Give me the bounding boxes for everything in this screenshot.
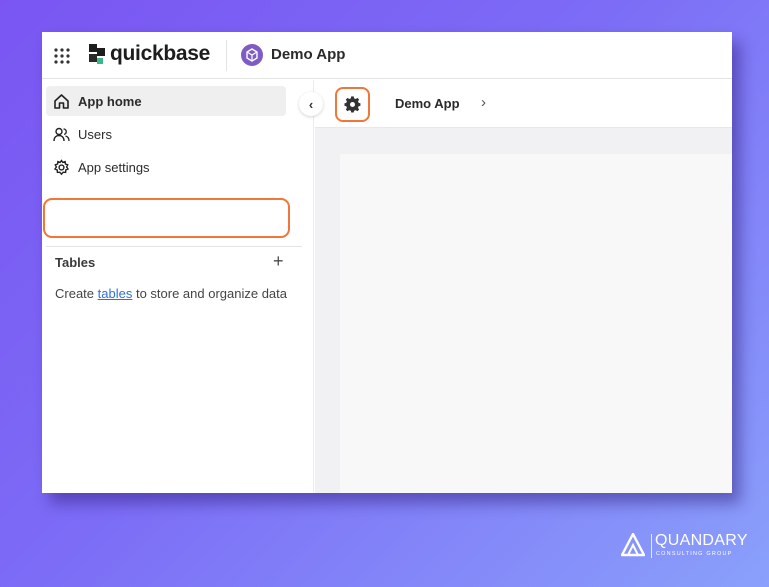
- app-settings-gear-button[interactable]: [335, 87, 370, 122]
- brand-name: QUANDARY: [655, 532, 748, 549]
- chevron-right-icon[interactable]: ›: [481, 94, 486, 111]
- add-table-button[interactable]: +: [273, 251, 284, 272]
- breadcrumb-app[interactable]: Demo App: [395, 96, 460, 111]
- sidebar-item-app-settings[interactable]: App settings: [46, 152, 286, 182]
- gear-icon: [344, 96, 361, 113]
- sidebar-item-label: Users: [78, 126, 112, 142]
- sidebar-item-label: App home: [78, 93, 142, 109]
- sidebar: App home Users App settings Tables + Cre…: [42, 80, 314, 493]
- breadcrumb-bar: Demo App ›: [315, 80, 732, 128]
- tables-empty-suffix: to store and organize data: [132, 286, 288, 301]
- app-cube-icon[interactable]: [241, 44, 263, 66]
- quandary-branding: QUANDARY CONSULTING GROUP: [620, 530, 747, 562]
- gear-icon: [53, 158, 70, 176]
- app-settings-highlight-outline: [43, 198, 290, 238]
- main-area: Demo App ›: [315, 80, 732, 493]
- app-window: quickbase Demo App App home Users App se…: [42, 32, 732, 493]
- quickbase-logo-icon[interactable]: [87, 44, 107, 66]
- tables-empty-message: Create tables to store and organize data: [55, 286, 287, 301]
- tables-heading: Tables: [55, 255, 96, 270]
- home-icon: [53, 93, 70, 110]
- app-switcher-grid-icon[interactable]: [54, 48, 70, 64]
- tables-link[interactable]: tables: [98, 286, 133, 301]
- sidebar-divider: [46, 246, 302, 247]
- branding-divider: [651, 534, 652, 558]
- topbar-divider: [226, 40, 227, 71]
- sidebar-item-users[interactable]: Users: [46, 119, 286, 149]
- app-name[interactable]: Demo App: [271, 46, 345, 63]
- sidebar-item-label: App settings: [78, 159, 150, 175]
- tables-empty-prefix: Create: [55, 286, 98, 301]
- brand-subtitle: CONSULTING GROUP: [656, 551, 733, 557]
- collapse-sidebar-button[interactable]: ‹: [299, 92, 323, 116]
- chevron-left-icon: ‹: [308, 96, 314, 112]
- sidebar-item-app-home[interactable]: App home: [46, 86, 286, 116]
- quandary-logo-icon: [620, 532, 646, 557]
- top-bar: quickbase Demo App: [42, 32, 732, 79]
- quickbase-logo-text[interactable]: quickbase: [110, 42, 210, 66]
- content-panel: [340, 154, 732, 493]
- users-icon: [53, 126, 70, 143]
